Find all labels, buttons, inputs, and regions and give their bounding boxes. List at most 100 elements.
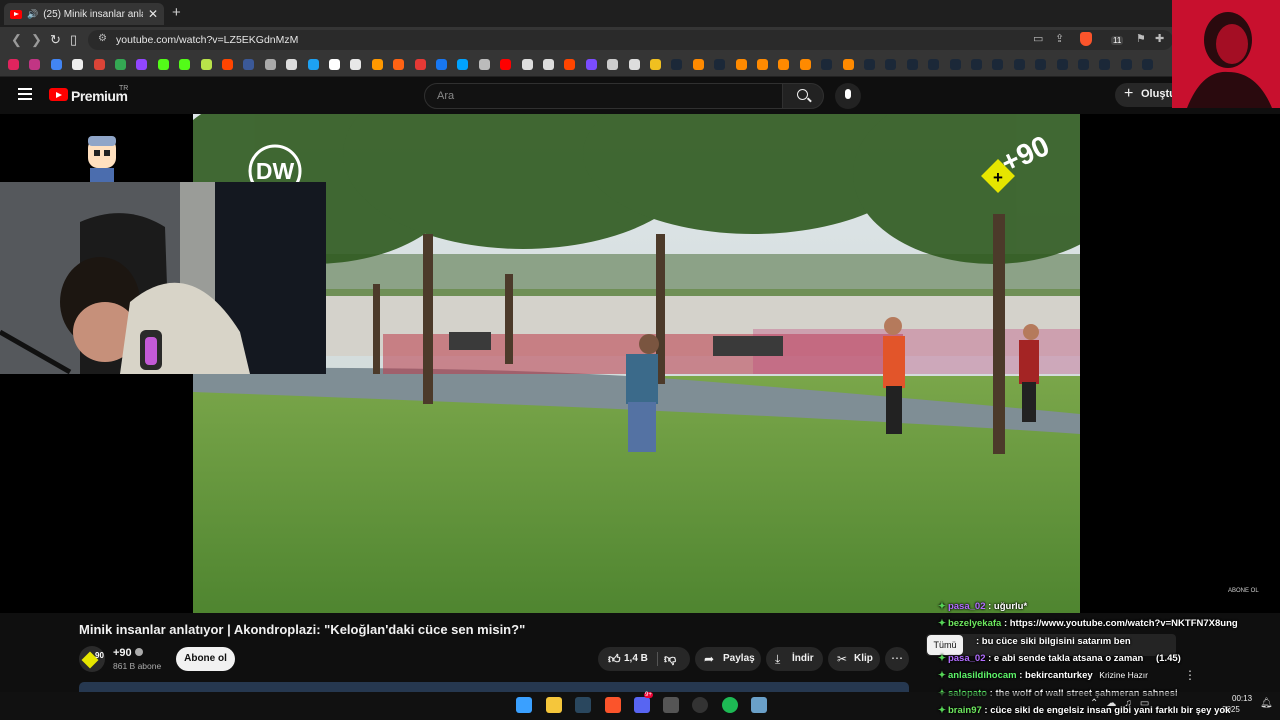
steam-icon[interactable] (575, 697, 591, 713)
bookmark-favicon-icon[interactable] (393, 59, 405, 70)
bookmark-favicon-icon[interactable] (478, 59, 490, 70)
bookmark-favicon-icon[interactable] (692, 59, 704, 70)
chat-more-icon[interactable]: ⋮ (1184, 668, 1196, 682)
bookmark-favicon-icon[interactable] (29, 59, 41, 70)
bookmark-favicon-icon[interactable] (628, 59, 640, 70)
back-icon[interactable]: ❮ (11, 32, 22, 48)
bookmark-favicon-icon[interactable] (757, 59, 768, 70)
subscribe-button[interactable]: Abone ol (176, 647, 235, 671)
bookmark-favicon-icon[interactable] (1120, 59, 1132, 70)
more-actions-button[interactable]: ⋯ (885, 647, 909, 671)
bookmark-favicon-icon[interactable] (735, 59, 747, 70)
bookmark-favicon-icon[interactable] (72, 59, 84, 70)
download-button[interactable]: ⤓ İndir (766, 647, 823, 671)
bookmark-favicon-icon[interactable] (157, 59, 169, 70)
clip-button[interactable]: ✂ Klip (828, 647, 880, 671)
new-tab-button[interactable]: + (172, 4, 181, 21)
bookmark-icon[interactable]: ▯ (70, 32, 77, 48)
bookmark-favicon-icon[interactable] (457, 59, 469, 70)
bookmark-favicon-icon[interactable] (136, 59, 148, 70)
file-explorer-icon[interactable] (546, 697, 562, 713)
bookmark-favicon-icon[interactable] (1078, 59, 1089, 70)
notification-icon[interactable]: 🔔︎ (1260, 698, 1273, 709)
obs-icon[interactable] (692, 697, 708, 713)
bookmark-favicon-icon[interactable] (992, 59, 1004, 70)
bookmark-favicon-icon[interactable] (1142, 59, 1154, 70)
video-frame[interactable]: DW + +90 (193, 114, 1080, 613)
bookmark-favicon-icon[interactable] (8, 59, 19, 70)
bookmark-favicon-icon[interactable] (778, 59, 790, 70)
chat-tab-all[interactable]: Tümü (927, 635, 963, 655)
browser-tab[interactable]: 🔊 (25) Minik insanlar anlatıyor | ✕ (4, 3, 164, 25)
bookmark-favicon-icon[interactable] (671, 59, 683, 70)
cast-icon[interactable]: ▭ (1033, 32, 1043, 45)
bookmark-favicon-icon[interactable] (906, 59, 918, 70)
bookmark-favicon-icon[interactable] (607, 59, 619, 70)
channel-name[interactable]: +90 (113, 647, 132, 659)
clock-time[interactable]: 00:13 (1232, 694, 1252, 703)
brave-browser-icon[interactable] (605, 697, 621, 713)
bookmark-favicon-icon[interactable] (50, 59, 62, 70)
bookmark-favicon-icon[interactable] (842, 59, 854, 70)
forward-icon[interactable]: ❯ (31, 32, 42, 48)
windows-start-icon[interactable] (516, 697, 532, 713)
like-count[interactable]: 1,4 B (624, 647, 648, 671)
bookmark-favicon-icon[interactable] (179, 59, 191, 70)
share-button[interactable]: ➦ Paylaş (695, 647, 761, 671)
bookmark-favicon-icon[interactable] (1056, 59, 1068, 70)
bookmark-favicon-icon[interactable] (928, 59, 940, 70)
bookmark-favicon-icon[interactable] (200, 59, 212, 70)
bookmark-favicon-icon[interactable] (222, 59, 233, 70)
speaker-icon[interactable]: 🔊 (27, 9, 38, 20)
bookmark-favicon-icon[interactable] (329, 59, 340, 70)
search-box[interactable]: Ara (424, 83, 783, 109)
extension-icon[interactable]: ⚑ (1136, 32, 1146, 45)
bookmark-favicon-icon[interactable] (821, 59, 833, 70)
app-icon[interactable] (751, 697, 767, 713)
app-icon[interactable] (663, 697, 679, 713)
search-button[interactable] (782, 83, 824, 109)
bookmark-favicon-icon[interactable] (543, 59, 554, 70)
brave-shields-icon[interactable] (1080, 32, 1092, 46)
description-box[interactable] (79, 682, 909, 692)
bookmark-favicon-icon[interactable] (436, 59, 447, 70)
bookmark-favicon-icon[interactable] (714, 59, 726, 70)
bookmark-favicon-icon[interactable] (521, 59, 533, 70)
bookmark-favicon-icon[interactable] (264, 59, 276, 70)
thumbs-down-icon[interactable]: 👎︎ (664, 647, 676, 671)
youtube-logo-icon[interactable] (49, 88, 68, 101)
bookmark-favicon-icon[interactable] (1099, 59, 1111, 70)
extensions-puzzle-icon[interactable]: ✚ (1155, 32, 1164, 45)
bookmark-favicon-icon[interactable] (350, 59, 362, 70)
bookmark-favicon-icon[interactable] (971, 59, 982, 70)
bookmark-favicon-icon[interactable] (1013, 59, 1025, 70)
bookmark-favicon-icon[interactable] (371, 59, 383, 70)
bookmark-favicon-icon[interactable] (585, 59, 597, 70)
bookmark-favicon-icon[interactable] (307, 59, 319, 70)
thumbs-up-icon[interactable]: 👍︎ (608, 647, 621, 671)
url-bar[interactable]: ⚙ youtube.com/watch?v=LZ5EKGdnMzM (88, 30, 1173, 50)
site-info-icon[interactable]: ⚙ (98, 33, 107, 44)
bookmark-favicon-icon[interactable] (949, 59, 961, 70)
bookmark-favicon-icon[interactable] (1035, 59, 1047, 70)
tab-close-button[interactable]: ✕ (148, 7, 158, 21)
bookmark-favicon-icon[interactable] (799, 59, 811, 70)
bookmark-favicon-icon[interactable] (414, 59, 426, 70)
menu-icon[interactable] (18, 88, 32, 100)
subscribe-watermark[interactable]: ABONE OL (1228, 588, 1259, 594)
bookmark-favicon-icon[interactable] (115, 59, 126, 70)
bookmark-favicon-icon[interactable] (650, 59, 661, 70)
bookmark-favicon-icon[interactable] (564, 59, 576, 70)
reload-icon[interactable]: ↻ (50, 32, 61, 48)
bookmark-favicon-icon[interactable] (286, 59, 298, 70)
bookmark-favicon-icon[interactable] (864, 59, 875, 70)
discord-icon[interactable] (634, 697, 650, 713)
search-input[interactable]: Ara (437, 90, 454, 102)
spotify-icon[interactable] (722, 697, 738, 713)
bookmark-favicon-icon[interactable] (500, 59, 512, 70)
bookmark-favicon-icon[interactable] (243, 59, 255, 70)
share-page-icon[interactable]: ⇪ (1055, 32, 1064, 45)
channel-avatar[interactable]: 90 (79, 646, 105, 672)
bookmark-favicon-icon[interactable] (885, 59, 897, 70)
bookmark-favicon-icon[interactable] (93, 59, 105, 70)
